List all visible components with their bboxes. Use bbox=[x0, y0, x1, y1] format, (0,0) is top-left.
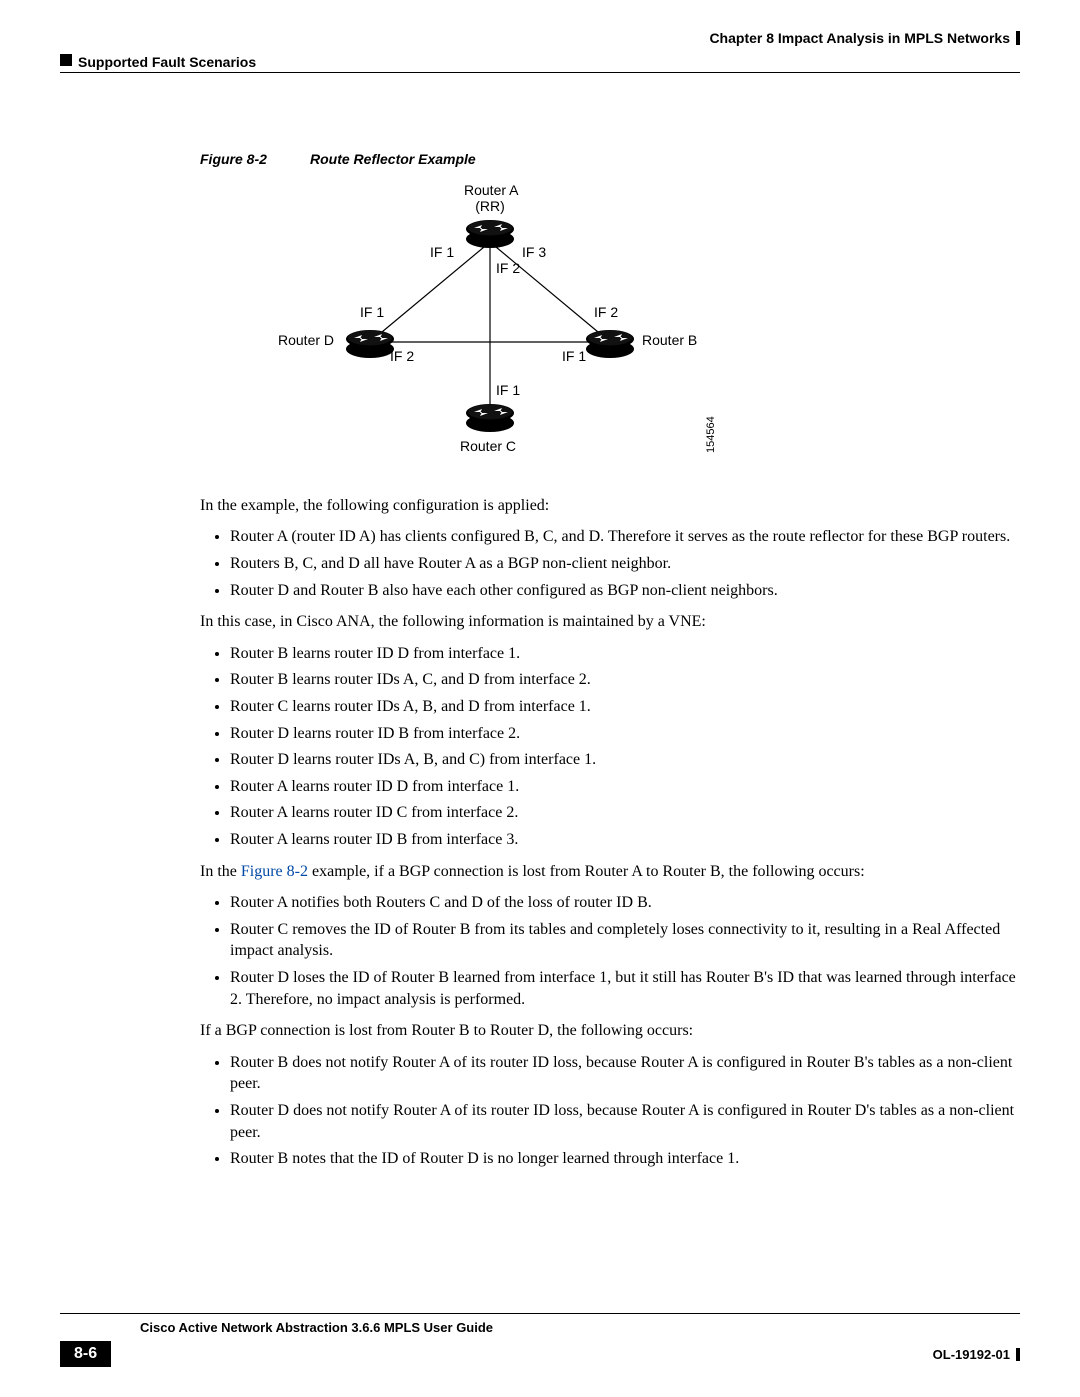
if-label-a1: IF 1 bbox=[430, 243, 454, 262]
list-item: Router D loses the ID of Router B learne… bbox=[230, 967, 1020, 1010]
list-item: Router D learns router ID B from interfa… bbox=[230, 723, 1020, 745]
router-d-icon bbox=[344, 327, 396, 359]
section-label: Supported Fault Scenarios bbox=[78, 54, 256, 70]
if-label-c1: IF 1 bbox=[496, 381, 520, 400]
chapter-label: Chapter 8 Impact Analysis in MPLS Networ… bbox=[709, 30, 1020, 46]
router-c-label: Router C bbox=[460, 437, 516, 456]
para-4: If a BGP connection is lost from Router … bbox=[200, 1020, 1020, 1042]
list-item: Routers B, C, and D all have Router A as… bbox=[230, 553, 1020, 575]
figure-caption: Figure 8-2Route Reflector Example bbox=[200, 150, 1020, 169]
list-1: Router A (router ID A) has clients confi… bbox=[200, 526, 1020, 601]
if-label-a3: IF 3 bbox=[522, 243, 546, 262]
figure-xref[interactable]: Figure 8-2 bbox=[241, 863, 308, 880]
if-label-b1: IF 1 bbox=[562, 347, 586, 366]
para-1: In the example, the following configurat… bbox=[200, 495, 1020, 517]
para-2: In this case, in Cisco ANA, the followin… bbox=[200, 611, 1020, 633]
list-item: Router A notifies both Routers C and D o… bbox=[230, 892, 1020, 914]
if-label-a2: IF 2 bbox=[496, 259, 520, 278]
figure-id-number: 154564 bbox=[704, 416, 719, 453]
page-number: 8-6 bbox=[60, 1341, 111, 1367]
page-content: Figure 8-2Route Reflector Example Router… bbox=[200, 150, 1020, 1170]
page-footer: Cisco Active Network Abstraction 3.6.6 M… bbox=[60, 1313, 1020, 1367]
list-item: Router C learns router IDs A, B, and D f… bbox=[230, 696, 1020, 718]
route-reflector-diagram: Router A (RR) IF 1 IF 2 IF 3 Router D IF… bbox=[260, 177, 740, 477]
router-b-label: Router B bbox=[642, 331, 697, 350]
list-2: Router B learns router ID D from interfa… bbox=[200, 643, 1020, 851]
list-item: Router A (router ID A) has clients confi… bbox=[230, 526, 1020, 548]
page-header: Chapter 8 Impact Analysis in MPLS Networ… bbox=[60, 30, 1020, 80]
list-item: Router A learns router ID C from interfa… bbox=[230, 802, 1020, 824]
list-item: Router D learns router IDs A, B, and C) … bbox=[230, 749, 1020, 771]
list-item: Router C removes the ID of Router B from… bbox=[230, 919, 1020, 962]
router-a-icon bbox=[464, 217, 516, 249]
list-item: Router D and Router B also have each oth… bbox=[230, 580, 1020, 602]
list-item: Router B notes that the ID of Router D i… bbox=[230, 1148, 1020, 1170]
list-item: Router B learns router ID D from interfa… bbox=[230, 643, 1020, 665]
router-b-icon bbox=[584, 327, 636, 359]
if-label-d2: IF 2 bbox=[390, 347, 414, 366]
list-item: Router B does not notify Router A of its… bbox=[230, 1052, 1020, 1095]
if-label-b2: IF 2 bbox=[594, 303, 618, 322]
header-square-icon bbox=[60, 54, 72, 66]
router-c-icon bbox=[464, 401, 516, 433]
list-item: Router A learns router ID D from interfa… bbox=[230, 776, 1020, 798]
list-4: Router B does not notify Router A of its… bbox=[200, 1052, 1020, 1170]
if-label-d1: IF 1 bbox=[360, 303, 384, 322]
para-3: In the Figure 8-2 example, if a BGP conn… bbox=[200, 861, 1020, 883]
footer-title: Cisco Active Network Abstraction 3.6.6 M… bbox=[60, 1320, 1020, 1335]
router-a-label-2: (RR) bbox=[464, 197, 516, 216]
document-id: OL-19192-01 bbox=[933, 1347, 1020, 1362]
header-rule bbox=[60, 72, 1020, 73]
list-item: Router B learns router IDs A, C, and D f… bbox=[230, 669, 1020, 691]
router-d-label: Router D bbox=[278, 331, 334, 350]
list-3: Router A notifies both Routers C and D o… bbox=[200, 892, 1020, 1010]
list-item: Router D does not notify Router A of its… bbox=[230, 1100, 1020, 1143]
list-item: Router A learns router ID B from interfa… bbox=[230, 829, 1020, 851]
